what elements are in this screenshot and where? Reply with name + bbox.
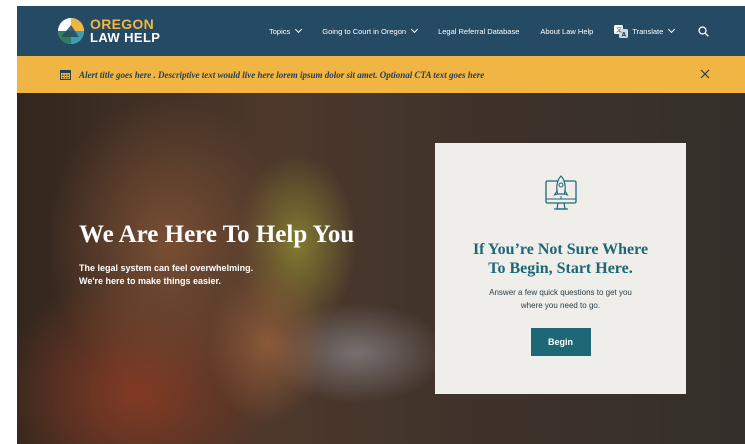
start-here-card: If You’re Not Sure Where To Begin, Start… xyxy=(435,143,686,394)
site-header: OREGON LAW HELP Topics Going to Court in… xyxy=(17,6,745,56)
card-title-line-1: If You’re Not Sure Where xyxy=(472,241,649,258)
search-icon[interactable] xyxy=(698,26,709,37)
chevron-down-icon xyxy=(295,25,303,34)
nav-legal-referral-label: Legal Referral Database xyxy=(438,26,520,36)
main-nav: Topics Going to Court in Oregon Legal Re… xyxy=(269,6,695,56)
logo-text: OREGON LAW HELP xyxy=(90,17,161,45)
chevron-down-icon xyxy=(668,25,676,34)
svg-text:A: A xyxy=(622,31,627,38)
nav-going-to-court-label: Going to Court in Oregon xyxy=(322,26,407,36)
alert-banner: Alert title goes here . Descriptive text… xyxy=(17,56,745,93)
chevron-down-icon xyxy=(411,25,419,34)
alert-text: Alert title goes here . Descriptive text… xyxy=(79,69,485,80)
nav-about-law-help[interactable]: About Law Help xyxy=(540,27,593,36)
logo[interactable]: OREGON LAW HELP xyxy=(57,17,160,45)
translate-label: Translate xyxy=(632,26,664,36)
begin-button[interactable]: Begin xyxy=(530,328,591,356)
nav-topics[interactable]: Topics xyxy=(269,25,303,36)
hero-subtitle-line-1: The legal system can feel overwhelming. xyxy=(79,263,254,273)
card-title: If You’re Not Sure Where To Begin, Start… xyxy=(435,240,686,278)
translate-menu[interactable]: 文 A Translate xyxy=(614,24,676,38)
translate-icon: 文 A xyxy=(614,24,629,38)
hero: We Are Here To Help You The legal system… xyxy=(17,93,745,444)
nav-going-to-court[interactable]: Going to Court in Oregon xyxy=(322,25,419,36)
nav-legal-referral-database[interactable]: Legal Referral Database xyxy=(438,27,519,36)
card-description-line-2: where you need to go. xyxy=(520,301,601,310)
calendar-icon xyxy=(60,70,71,80)
nav-about-label: About Law Help xyxy=(540,26,594,36)
page: OREGON LAW HELP Topics Going to Court in… xyxy=(0,0,745,444)
card-description-line-1: Answer a few quick questions to get you xyxy=(489,288,632,297)
card-title-line-2: To Begin, Start Here. xyxy=(488,260,633,277)
nav-topics-label: Topics xyxy=(269,26,291,36)
card-description: Answer a few quick questions to get you … xyxy=(471,286,651,312)
hero-subtitle-line-2: We're here to make things easier. xyxy=(79,276,222,286)
rocket-monitor-icon xyxy=(544,175,577,210)
logo-line-2: LAW HELP xyxy=(90,30,161,45)
hero-title: We Are Here To Help You xyxy=(79,221,355,248)
oregon-logo-icon xyxy=(58,18,84,44)
close-icon[interactable] xyxy=(700,69,710,79)
hero-subtitle: The legal system can feel overwhelming. … xyxy=(79,262,299,288)
